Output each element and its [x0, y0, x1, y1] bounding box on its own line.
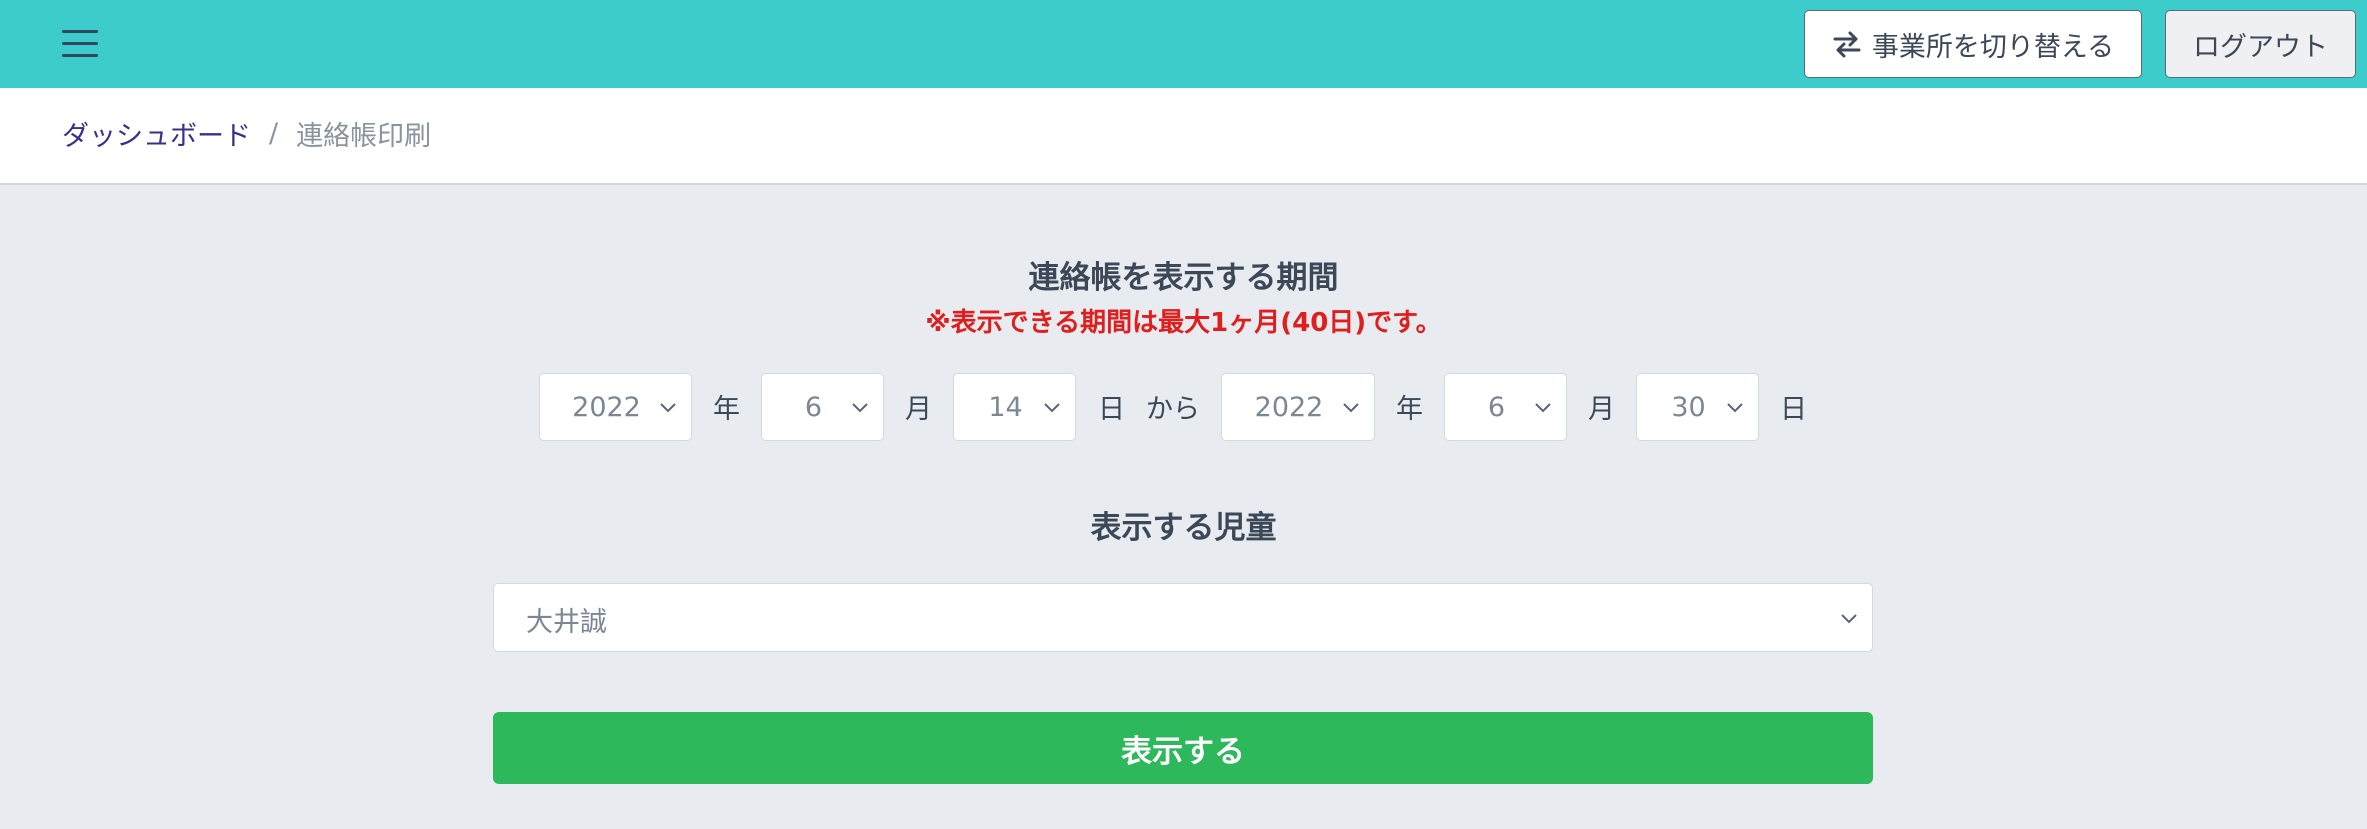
from-day-select[interactable]: 14	[953, 373, 1076, 441]
swap-arrows-icon	[1833, 31, 1861, 58]
chevron-down-icon	[1727, 403, 1743, 413]
month-unit-label: 月	[905, 394, 932, 425]
to-month-value: 6	[1487, 391, 1506, 423]
top-navbar: 事業所を切り替える ログアウト	[0, 0, 2367, 88]
breadcrumb-dashboard-link[interactable]: ダッシュボード	[62, 114, 251, 153]
switch-office-label: 事業所を切り替える	[1871, 31, 2115, 63]
chevron-down-icon	[1535, 403, 1551, 413]
child-section-title: 表示する児童	[1090, 510, 1277, 546]
period-limit-note: ※表示できる期間は最大1ヶ月(40日)です。	[925, 308, 1442, 338]
display-submit-button[interactable]: 表示する	[493, 712, 1873, 784]
breadcrumb: ダッシュボード / 連絡帳印刷	[62, 114, 431, 153]
to-year-value: 2022	[1254, 391, 1324, 423]
from-month-select[interactable]: 6	[761, 373, 884, 441]
to-month-select[interactable]: 6	[1444, 373, 1567, 441]
from-year-value: 2022	[572, 391, 641, 423]
breadcrumb-separator: /	[269, 118, 279, 149]
from-month-value: 6	[804, 391, 823, 423]
chevron-down-icon	[852, 403, 868, 413]
from-year-select[interactable]: 2022	[539, 373, 692, 441]
logout-button[interactable]: ログアウト	[2165, 10, 2356, 78]
chevron-down-icon	[1343, 403, 1359, 413]
to-year-select[interactable]: 2022	[1221, 373, 1375, 441]
day-unit-label: 日	[1098, 394, 1125, 425]
chevron-down-icon	[1841, 614, 1857, 624]
to-day-value: 30	[1671, 391, 1706, 423]
chevron-down-icon	[1044, 403, 1060, 413]
from-day-value: 14	[988, 391, 1023, 423]
breadcrumb-current: 連絡帳印刷	[296, 121, 432, 152]
year-unit-label: 年	[1396, 394, 1423, 425]
from-label: から	[1146, 394, 1200, 425]
chevron-down-icon	[660, 403, 676, 413]
child-select[interactable]: 大井誠	[493, 583, 1873, 652]
period-title: 連絡帳を表示する期間	[1028, 260, 1339, 296]
breadcrumb-bar: ダッシュボード / 連絡帳印刷	[0, 88, 2367, 185]
switch-office-button[interactable]: 事業所を切り替える	[1804, 10, 2142, 78]
hamburger-menu-icon[interactable]	[62, 26, 98, 60]
day-unit-label: 日	[1780, 394, 1807, 425]
child-select-value: 大井誠	[526, 607, 607, 638]
year-unit-label: 年	[713, 394, 740, 425]
to-day-select[interactable]: 30	[1636, 373, 1759, 441]
month-unit-label: 月	[1588, 394, 1615, 425]
